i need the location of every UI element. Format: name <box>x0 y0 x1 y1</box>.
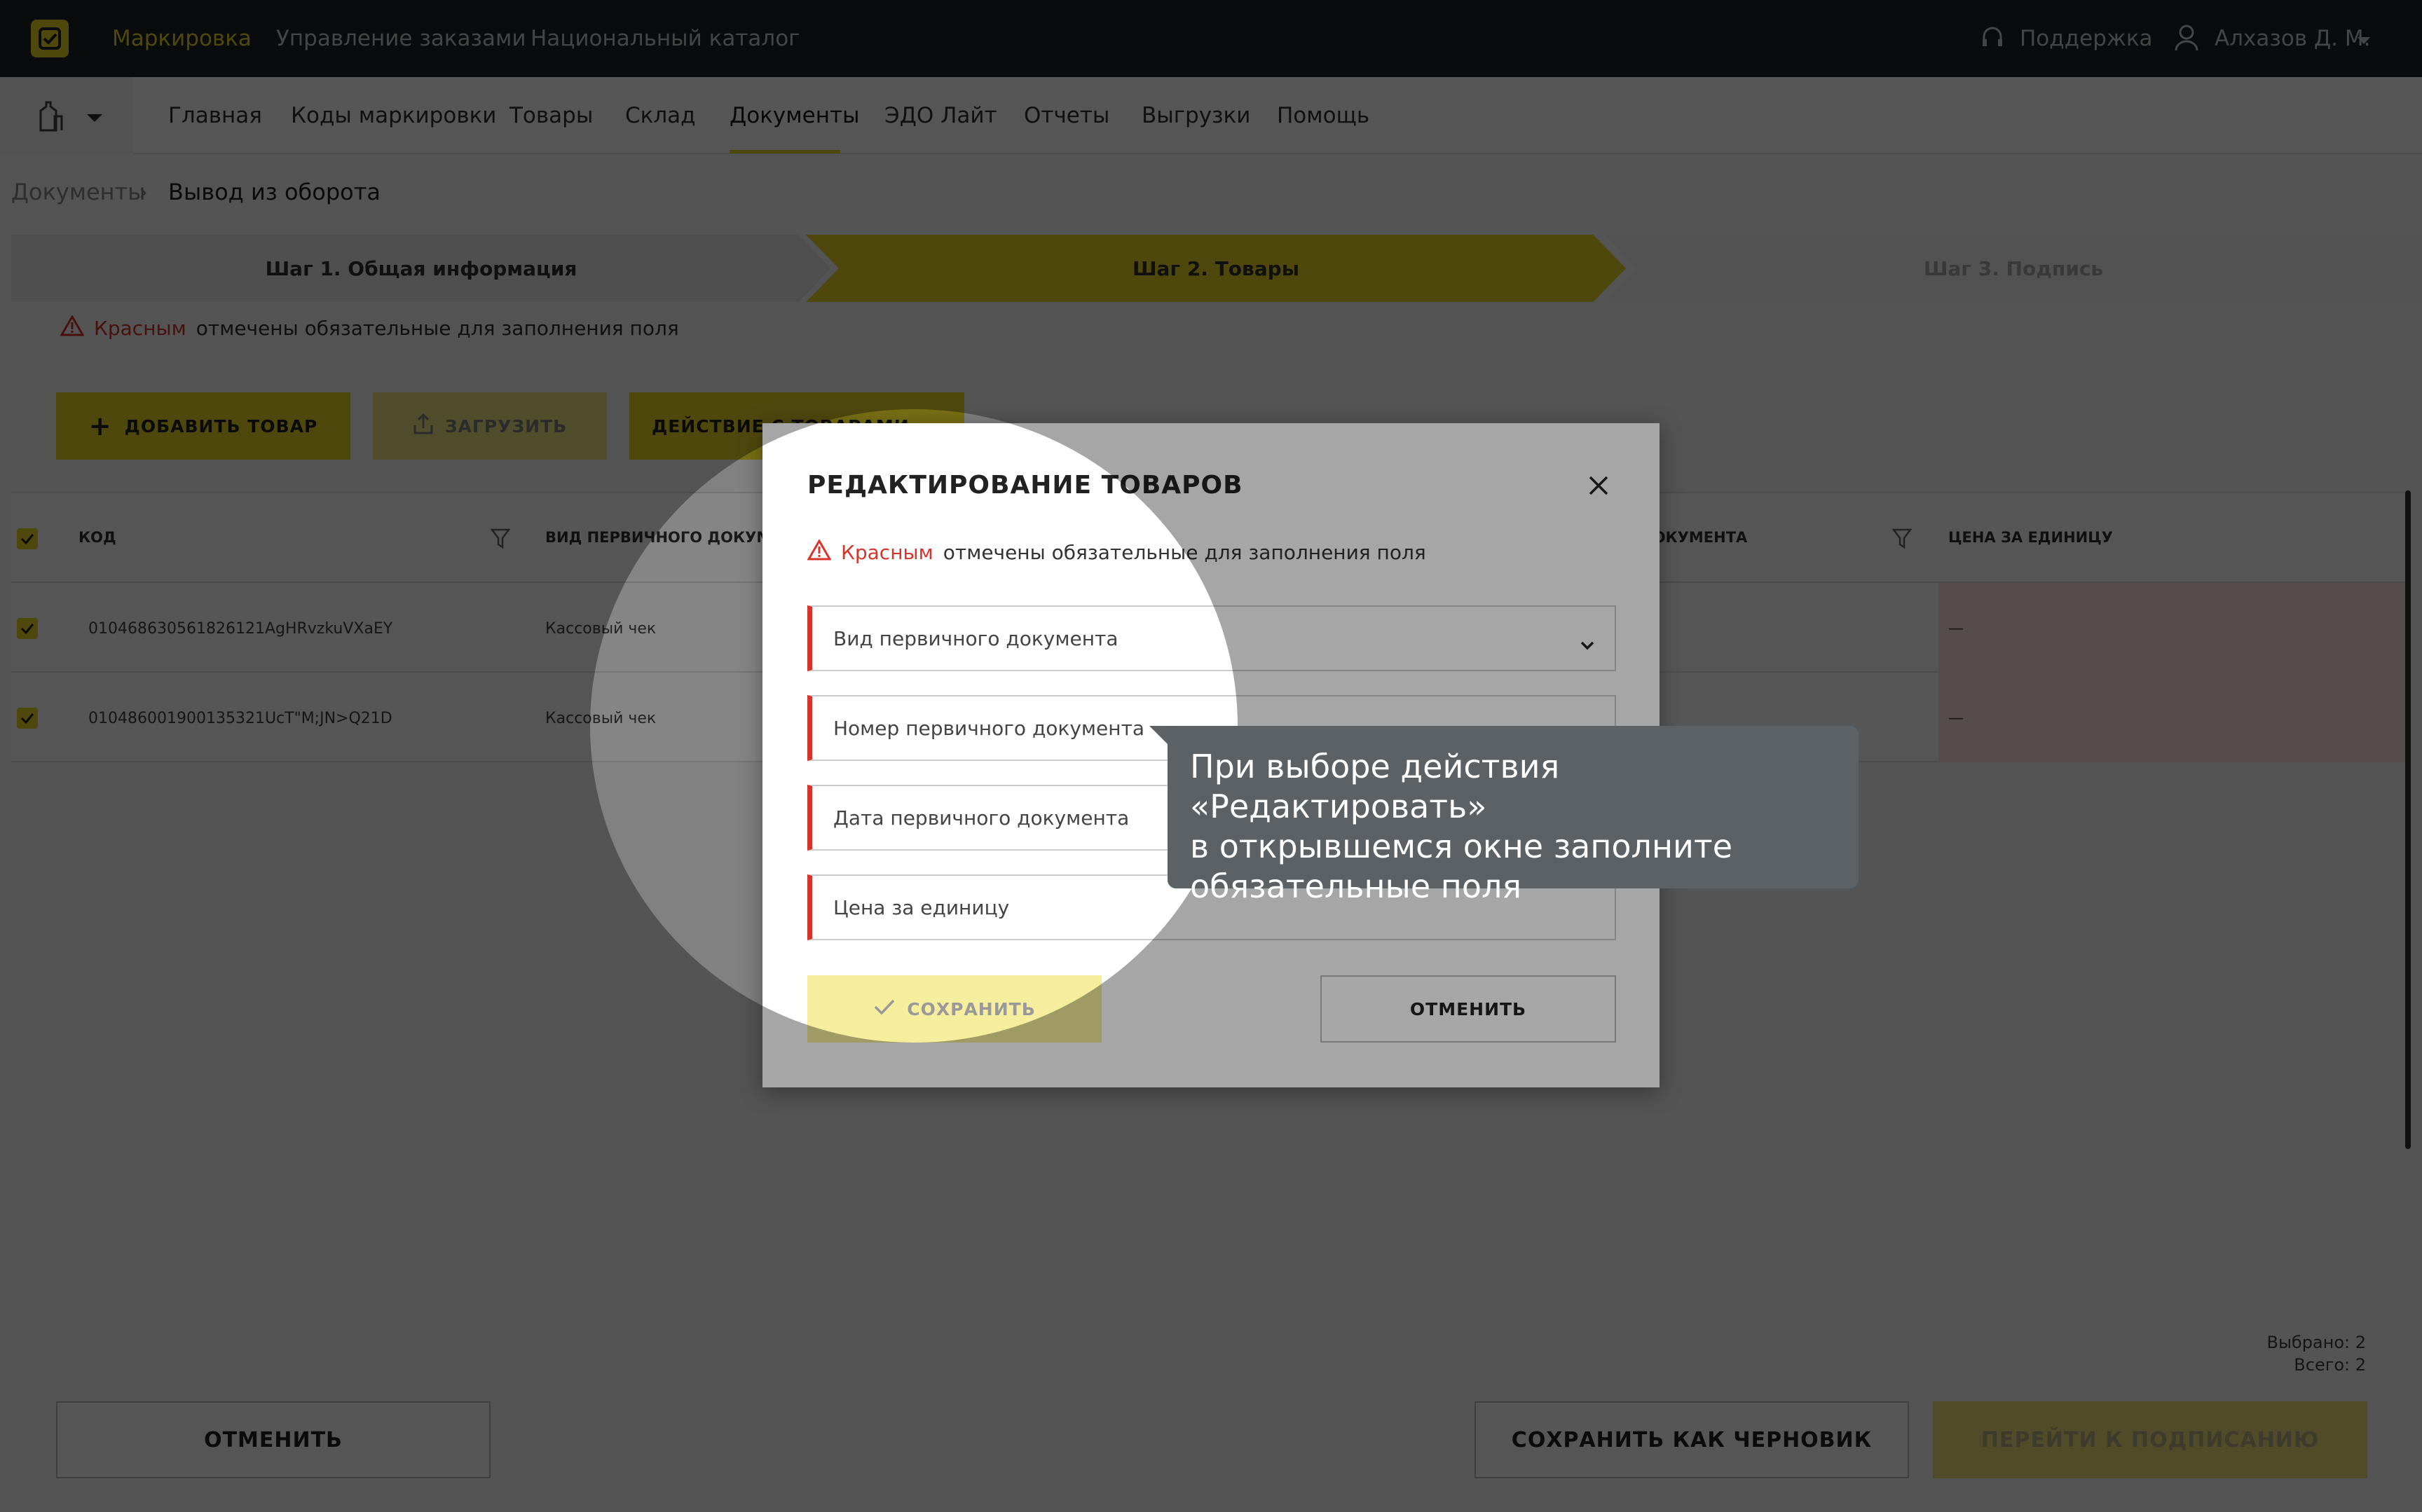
close-icon[interactable] <box>1588 475 1609 499</box>
modal-hint-text: отмечены обязательные для заполнения пол… <box>943 541 1426 564</box>
chevron-down-icon <box>1580 632 1595 655</box>
save-button[interactable]: Сохранить <box>807 975 1102 1043</box>
guide-tooltip: При выборе действия «Редактировать» в от… <box>1168 726 1859 905</box>
doc-date-placeholder: Дата первичного документа <box>833 806 1130 830</box>
save-label: Сохранить <box>907 998 1036 1019</box>
doc-type-placeholder: Вид первичного документа <box>833 626 1118 650</box>
doc-type-select[interactable]: Вид первичного документа <box>807 605 1616 671</box>
modal-title: РЕДАКТИРОВАНИЕ ТОВАРОВ <box>807 471 1243 500</box>
modal-cancel-button[interactable]: Отменить <box>1320 975 1616 1043</box>
unit-price-placeholder: Цена за единицу <box>833 895 1010 919</box>
modal-hint-red-word: Красным <box>841 541 933 564</box>
tooltip-line-1: При выборе действия «Редактировать» <box>1190 748 1560 825</box>
check-icon <box>873 998 896 1019</box>
warning-icon <box>807 538 832 565</box>
tooltip-line-3: обязательные поля <box>1190 867 1522 905</box>
tooltip-line-2: в открывшемся окне заполните <box>1190 827 1733 865</box>
modal-required-hint: Красным отмечены обязательные для заполн… <box>807 538 1426 565</box>
doc-number-placeholder: Номер первичного документа <box>833 716 1145 740</box>
